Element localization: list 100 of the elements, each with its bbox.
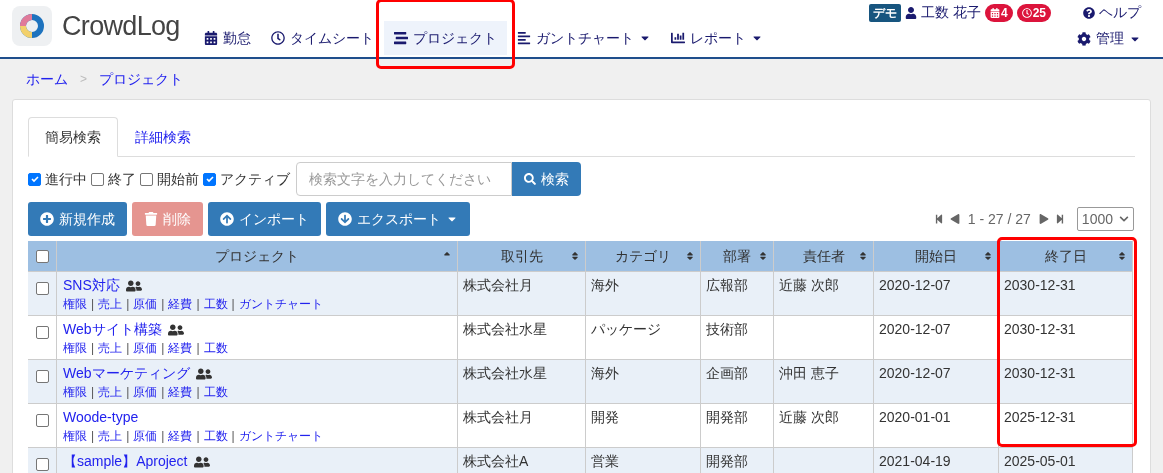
project-sub-link[interactable]: 原価 (133, 428, 158, 444)
nav-link[interactable]: レポート (660, 21, 773, 55)
checkbox[interactable] (35, 458, 49, 471)
link-separator: | (231, 296, 235, 312)
project-sub-link[interactable]: 原価 (133, 340, 158, 356)
project-sub-link[interactable]: 経費 (168, 340, 193, 356)
last-page-icon[interactable] (1054, 214, 1065, 224)
user-name[interactable]: 工数 花子 (921, 2, 981, 23)
link-separator: | (126, 340, 130, 356)
count-badge[interactable]: 25 (1016, 3, 1051, 22)
project-sub-link[interactable]: 工数 (203, 384, 228, 400)
nav-link[interactable]: プロジェクト (383, 21, 507, 55)
project-sub-link[interactable]: 売上 (98, 340, 123, 356)
breadcrumb-link[interactable]: プロジェクト (99, 68, 183, 90)
logo-text: CrowdLog (62, 9, 180, 43)
project-sub-link[interactable]: 原価 (133, 296, 158, 312)
checkbox[interactable] (91, 172, 104, 186)
link-separator: | (161, 340, 165, 356)
search-field[interactable]: 検索文字を入力してください (296, 162, 512, 196)
filter-label: 進行中 (45, 169, 87, 189)
checkbox[interactable] (35, 282, 49, 295)
checkbox[interactable] (35, 414, 49, 427)
filter-label: アクティブ (220, 169, 290, 189)
link-separator: | (91, 296, 95, 312)
search-tab[interactable]: 詳細検索 (118, 117, 208, 157)
action-button[interactable]: エクスポート (326, 202, 470, 236)
link-separator: | (126, 296, 130, 312)
breadcrumb-link[interactable]: ホーム (26, 68, 68, 90)
project-sub-link[interactable]: ガントチャート (238, 296, 323, 312)
download-icon (338, 212, 352, 226)
search-button[interactable]: 検索 (512, 162, 581, 196)
checkbox[interactable] (35, 326, 49, 339)
project-sub-link[interactable]: 売上 (98, 428, 123, 444)
checkbox[interactable] (203, 172, 216, 186)
nav-link[interactable]: 勤怠 (193, 21, 261, 55)
table-cell: 開発部 (706, 409, 748, 425)
link-separator: | (196, 340, 200, 356)
next-page-icon[interactable] (1038, 214, 1049, 224)
action-button[interactable]: インポート (208, 202, 321, 236)
project-sub-link[interactable]: 原価 (133, 384, 158, 400)
search-icon (524, 173, 536, 185)
project-link[interactable]: Webサイト構築 (63, 319, 162, 340)
link-separator: | (196, 428, 200, 444)
project-sub-link[interactable]: 権限 (63, 296, 87, 312)
link-separator: | (91, 428, 95, 444)
help-icon (1083, 6, 1095, 19)
project-sub-link[interactable]: 経費 (168, 384, 193, 400)
search-tab[interactable]: 簡易検索 (28, 117, 118, 157)
table-cell: 2030-12-31 (1004, 321, 1076, 337)
table-cell: 株式会社月 (463, 277, 533, 293)
project-sub-link[interactable]: 経費 (168, 428, 193, 444)
checkbox[interactable] (28, 172, 41, 186)
table-cell: 2030-12-31 (1004, 277, 1076, 293)
project-sub-link[interactable]: 売上 (98, 384, 123, 400)
table-cell: 海外 (591, 365, 619, 381)
table-cell: 営業 (591, 453, 619, 469)
project-link[interactable]: Webマーケティング (63, 363, 190, 384)
project-sub-link[interactable]: 売上 (98, 296, 123, 312)
filter-label: 開始前 (157, 169, 199, 189)
calendar-icon (989, 7, 1000, 18)
table-cell: 2020-12-07 (879, 321, 951, 337)
project-sub-link[interactable]: 権限 (63, 384, 87, 400)
table-cell: 海外 (591, 277, 619, 293)
project-sub-link[interactable]: 工数 (203, 340, 228, 356)
project-sub-link[interactable]: 権限 (63, 340, 87, 356)
project-sub-link[interactable]: 権限 (63, 428, 87, 444)
help-link[interactable]: ヘルプ (1083, 2, 1141, 23)
link-separator: | (161, 428, 165, 444)
checkbox[interactable] (35, 370, 49, 383)
table-cell: 近藤 次郎 (779, 277, 839, 293)
link-separator: | (126, 384, 130, 400)
calendar-icon (203, 31, 218, 45)
checkbox[interactable] (35, 249, 49, 263)
count-badge[interactable]: 4 (984, 3, 1013, 22)
project-sub-link[interactable]: ガントチャート (238, 428, 323, 444)
page-range: 1 - 27 / 27 (966, 209, 1032, 229)
breadcrumb-separator: > (80, 71, 87, 88)
nav-link[interactable]: タイムシート (260, 21, 384, 55)
project-link[interactable]: 【sample】Aproject (63, 451, 188, 472)
table-cell: 開発 (591, 409, 619, 425)
clock-icon (1021, 7, 1032, 18)
admin-menu[interactable]: 管理 (1077, 28, 1141, 49)
trash-icon (144, 212, 158, 226)
project-link[interactable]: SNS対応 (63, 275, 120, 296)
table-cell: 沖田 恵子 (779, 365, 839, 381)
checkbox[interactable] (140, 172, 153, 186)
project-sub-link[interactable]: 工数 (203, 428, 228, 444)
settings-icon (1077, 31, 1091, 46)
project-sub-link[interactable]: 経費 (168, 296, 193, 312)
demo-badge: デモ (869, 3, 902, 22)
link-separator: | (196, 384, 200, 400)
first-page-icon[interactable] (933, 214, 944, 224)
action-button[interactable]: 新規作成 (28, 202, 127, 236)
previous-page-icon[interactable] (949, 214, 960, 224)
table-cell: 2020-12-07 (879, 277, 951, 293)
bar-chart-icon (670, 31, 685, 45)
project-sub-link[interactable]: 工数 (203, 296, 228, 312)
page-size-select[interactable]: 1000 (1076, 207, 1134, 231)
project-link[interactable]: Woode-type (63, 407, 139, 428)
nav-link[interactable]: ガントチャート (506, 21, 661, 55)
